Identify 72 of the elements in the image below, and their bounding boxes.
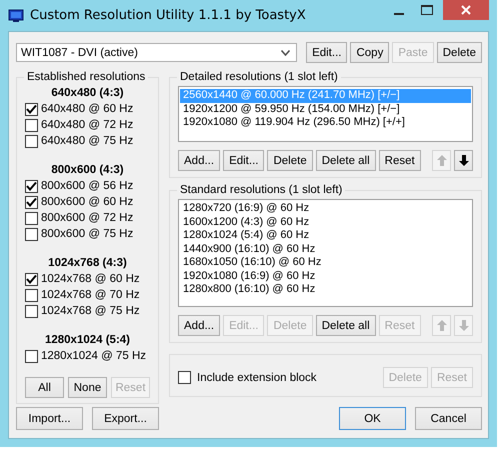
device-dropdown[interactable]: WIT1087 - DVI (active) bbox=[16, 43, 298, 62]
down-arrow-icon bbox=[458, 155, 468, 166]
list-item[interactable]: 1680x1050 (16:10) @ 60 Hz bbox=[180, 256, 471, 270]
button[interactable]: Delete all bbox=[316, 315, 376, 336]
checkbox[interactable] bbox=[178, 371, 191, 384]
close-icon bbox=[461, 5, 471, 15]
checkbox-label: 800x600 @ 56 Hz bbox=[41, 180, 134, 192]
down-arrow-icon bbox=[458, 320, 468, 331]
section-heading: 1280x1024 (5:4) bbox=[44, 333, 132, 348]
button[interactable]: Add... bbox=[178, 150, 220, 171]
maximize-icon bbox=[421, 5, 433, 15]
checkbox[interactable] bbox=[25, 196, 38, 208]
minimize-icon bbox=[394, 13, 404, 15]
list-item[interactable]: 1920x1200 @ 59.950 Hz (154.00 MHz) [+/−] bbox=[180, 102, 471, 116]
checkbox-label: 640x480 @ 60 Hz bbox=[41, 103, 134, 115]
list-item[interactable]: 1280x800 (16:10) @ 60 Hz bbox=[180, 283, 471, 296]
checkmark-icon bbox=[26, 104, 37, 114]
section-heading: 1024x768 (4:3) bbox=[47, 256, 128, 271]
button[interactable]: Import... bbox=[16, 407, 83, 430]
group-label: Detailed resolutions (1 slot left) bbox=[179, 71, 339, 83]
button[interactable]: Cancel bbox=[415, 407, 482, 430]
monitor-icon bbox=[8, 8, 24, 22]
checkmark-icon bbox=[26, 274, 37, 284]
checkbox-label: Include extension block bbox=[197, 372, 317, 384]
checkbox[interactable] bbox=[25, 272, 38, 286]
checkbox-label: 640x480 @ 72 Hz bbox=[41, 119, 134, 131]
group-label: Standard resolutions (1 slot left) bbox=[179, 184, 344, 196]
checkbox-label: 1024x768 @ 60 Hz bbox=[41, 273, 140, 285]
checkbox-label: 800x600 @ 75 Hz bbox=[41, 228, 134, 240]
checkmark-icon bbox=[26, 197, 37, 207]
button[interactable]: Delete all bbox=[316, 150, 376, 171]
list-item[interactable]: 1440x900 (16:10) @ 60 Hz bbox=[180, 242, 471, 256]
section-heading: 800x600 (4:3) bbox=[50, 163, 125, 178]
up-arrow-icon bbox=[436, 155, 446, 166]
window-title: Custom Resolution Utility 1.1.1 by ToastyX bbox=[30, 8, 306, 23]
up-arrow-icon bbox=[436, 320, 446, 331]
checkbox[interactable] bbox=[25, 180, 38, 192]
button[interactable]: Delete bbox=[436, 42, 482, 63]
button[interactable]: Edit... bbox=[306, 42, 348, 63]
checkbox[interactable] bbox=[25, 102, 38, 116]
button[interactable]: Delete bbox=[267, 150, 313, 171]
checkbox-label: 800x600 @ 72 Hz bbox=[41, 212, 134, 224]
checkbox[interactable] bbox=[25, 350, 38, 362]
checkbox[interactable] bbox=[25, 212, 38, 224]
button[interactable]: Copy bbox=[350, 42, 390, 63]
checkbox-label: 640x480 @ 75 Hz bbox=[41, 135, 134, 147]
checkbox[interactable] bbox=[25, 288, 38, 302]
button[interactable]: None bbox=[68, 377, 107, 398]
button[interactable]: Edit... bbox=[223, 150, 264, 171]
move-down-button[interactable] bbox=[454, 150, 473, 171]
section-heading: 640x480 (4:3) bbox=[50, 86, 125, 101]
list-item[interactable]: 1280x1024 (5:4) @ 60 Hz bbox=[180, 229, 471, 242]
checkbox-label: 800x600 @ 60 Hz bbox=[41, 196, 134, 208]
button[interactable]: Export... bbox=[92, 407, 159, 430]
checkmark-icon bbox=[26, 181, 37, 191]
checkbox-label: 1280x1024 @ 75 Hz bbox=[41, 350, 146, 362]
checkbox[interactable] bbox=[25, 118, 38, 132]
list-item[interactable]: 1280x720 (16:9) @ 60 Hz bbox=[180, 202, 471, 216]
checkbox[interactable] bbox=[25, 228, 38, 240]
checkbox-label: 1024x768 @ 70 Hz bbox=[41, 289, 140, 301]
checkbox[interactable] bbox=[25, 134, 38, 148]
close-button[interactable] bbox=[443, 0, 489, 20]
button[interactable]: Add... bbox=[178, 315, 220, 336]
checkbox[interactable] bbox=[25, 304, 38, 318]
button[interactable]: Reset bbox=[378, 150, 421, 171]
list-item[interactable]: 1600x1200 (4:3) @ 60 Hz bbox=[180, 216, 471, 229]
list-item[interactable]: 1920x1080 @ 119.904 Hz (296.50 MHz) [+/+] bbox=[180, 116, 471, 130]
checkbox-label: 1024x768 @ 75 Hz bbox=[41, 305, 140, 317]
button[interactable]: OK bbox=[339, 407, 406, 430]
list-item[interactable]: 1920x1080 (16:9) @ 60 Hz bbox=[180, 270, 471, 283]
group-label: Established resolutions bbox=[26, 71, 146, 83]
button[interactable]: All bbox=[25, 377, 64, 398]
